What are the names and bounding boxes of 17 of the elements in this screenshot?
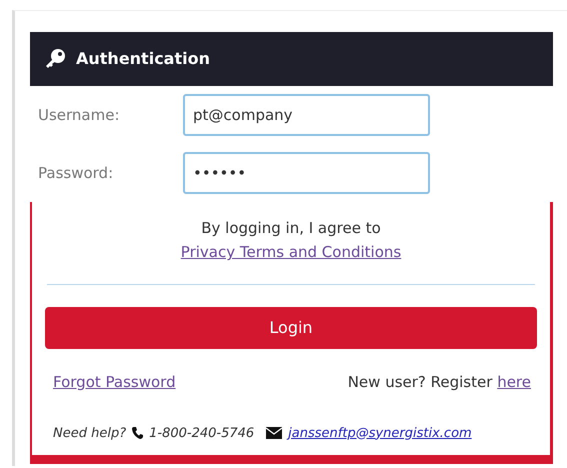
forgot-password-link[interactable]: Forgot Password (53, 371, 176, 394)
register-text: New user? Register here (348, 372, 531, 393)
agreement-text: By logging in, I agree to Privacy Terms and Conditions (180, 218, 402, 263)
input-field[interactable]: pt@company (183, 94, 430, 136)
field-label: Password: (37, 162, 114, 184)
header-title: Authentication (76, 48, 210, 70)
key-icon (44, 48, 66, 70)
input-field[interactable]: •••••• (183, 152, 430, 194)
register-link[interactable]: here (497, 373, 531, 391)
field-label: Username: (37, 104, 121, 126)
terms-link[interactable]: Privacy Terms and Conditions (180, 243, 402, 261)
phone-number: 1-800-240-5746 (149, 424, 254, 442)
email-link[interactable]: janssenftp@synergistix.com (288, 424, 472, 443)
help-label: Need help? (53, 424, 126, 442)
envelope-icon (266, 427, 282, 440)
login-button[interactable]: Login (45, 307, 537, 349)
phone-icon (132, 427, 144, 440)
